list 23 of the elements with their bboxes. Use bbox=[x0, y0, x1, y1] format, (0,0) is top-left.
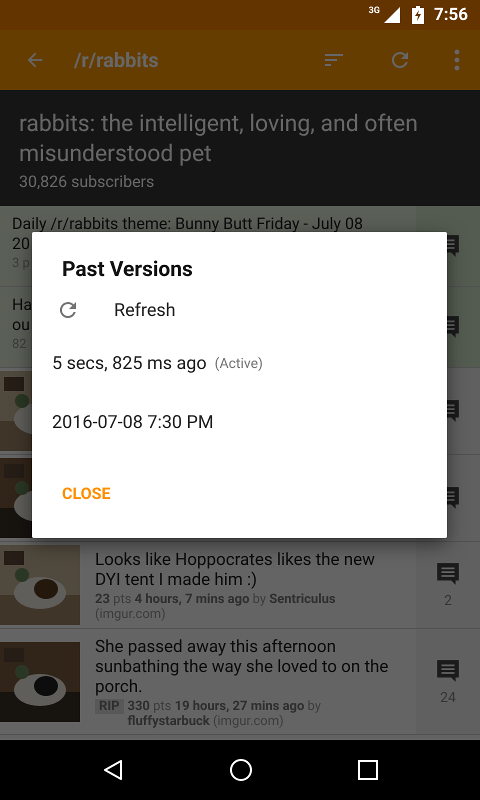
signal-icon bbox=[384, 7, 400, 23]
post-title: Looks like Hoppocrates likes the new DYI tent I made him :) bbox=[95, 550, 376, 590]
version-label: 2016-07-08 7:30 PM bbox=[52, 412, 214, 433]
version-status: (Active) bbox=[214, 356, 263, 372]
dialog-title: Past Versions bbox=[62, 258, 194, 282]
clock: 7:56 bbox=[434, 5, 468, 25]
back-icon[interactable] bbox=[102, 759, 124, 781]
post-title: Daily /r/rabbits theme: Bunny Butt Friday - July 08 bbox=[12, 214, 363, 234]
network-type: 3G bbox=[368, 6, 380, 16]
version-label: 5 secs, 825 ms ago bbox=[52, 353, 207, 374]
subreddit-description: rabbits: the intelligent, loving, and often misunderstood pet bbox=[19, 109, 419, 169]
version-item[interactable]: 2016-07-08 7:30 PM bbox=[52, 393, 427, 452]
post-title: 20 bbox=[12, 234, 30, 254]
post-title: Ha bbox=[12, 295, 32, 315]
version-item[interactable]: 5 secs, 825 ms ago (Active) bbox=[52, 334, 427, 393]
post-title: ou bbox=[12, 315, 30, 335]
home-icon[interactable] bbox=[228, 758, 253, 782]
battery-charging-icon bbox=[412, 6, 424, 24]
refresh-item[interactable]: Refresh bbox=[52, 286, 427, 334]
subreddit-title: /r/rabbits bbox=[74, 48, 159, 72]
subscriber-count: 30,826 subscribers bbox=[19, 172, 156, 191]
post-title: She passed away this afternoon sunbathing the way she loved to on the porch. bbox=[95, 637, 390, 697]
recents-icon[interactable] bbox=[358, 760, 378, 780]
